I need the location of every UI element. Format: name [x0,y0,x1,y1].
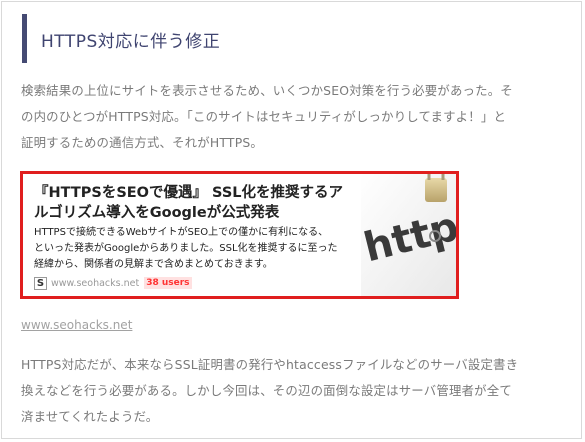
card-title[interactable]: 『HTTPSをSEOで優遇』 SSL化を推奨するア ルゴリズム導入をGoogle… [34,183,364,223]
card-footer: S www.seohacks.net 38 users [34,275,192,291]
card-title-line: ルゴリズム導入をGoogleが公式発表 [34,205,280,221]
paragraph-line: の内のひとつがHTTPS対応。「このサイトはセキュリティがしっかりしてますよ！」… [21,109,507,124]
https-thumbnail-image[interactable]: https [361,174,456,296]
card-title-line: 『HTTPSをSEOで優遇』 SSL化を推奨するア [34,185,344,201]
paragraph-line: 済ませてくれたようだ。 [21,409,159,424]
article-frame: HTTPS対応に伴う修正 検索結果の上位にサイトを表示させるため、いくつかSEO… [1,1,582,439]
card-domain[interactable]: www.seohacks.net [51,278,139,289]
site-favicon-icon: S [34,276,47,290]
padlock-icon [425,178,447,202]
card-description-line: HTTPSで接続できるWebサイトがSEO上での僅かに有利になる、 [34,227,329,238]
card-description-line: といった発表がGoogleからありました。SSL化を推奨するに至った [34,243,338,254]
paragraph-line: 換えなどを行う必要がある。しかし今回は、その辺の面倒な設定はサーバ管理者が全て [21,383,512,398]
heading-text: HTTPS対応に伴う修正 [41,32,221,52]
paragraph-line: 証明するための通信方式、それがHTTPS。 [21,135,264,150]
link-preview-card[interactable]: 『HTTPSをSEOで優遇』 SSL化を推奨するア ルゴリズム導入をGoogle… [20,171,459,299]
card-description-line: 経緯から、関係者の見解まで含めまとめておきます。 [34,259,273,270]
card-description: HTTPSで接続できるWebサイトがSEO上での僅かに有利になる、 といった発表… [34,225,374,273]
intro-paragraph: 検索結果の上位にサイトを表示させるため、いくつかSEO対策を行う必要があった。そ… [21,78,551,156]
body-paragraph: HTTPS対応だが、本来ならSSL証明書の発行やhtaccessファイルなどのサ… [21,352,551,430]
source-link[interactable]: www.seohacks.net [21,318,132,332]
paragraph-line: 検索結果の上位にサイトを表示させるため、いくつかSEO対策を行う必要があった。そ [21,83,513,98]
paragraph-line: HTTPS対応だが、本来ならSSL証明書の発行やhtaccessファイルなどのサ… [21,357,519,372]
bookmark-users-badge[interactable]: 38 users [144,277,192,289]
section-heading: HTTPS対応に伴う修正 [22,14,562,63]
heading-accent-bar [22,14,27,63]
